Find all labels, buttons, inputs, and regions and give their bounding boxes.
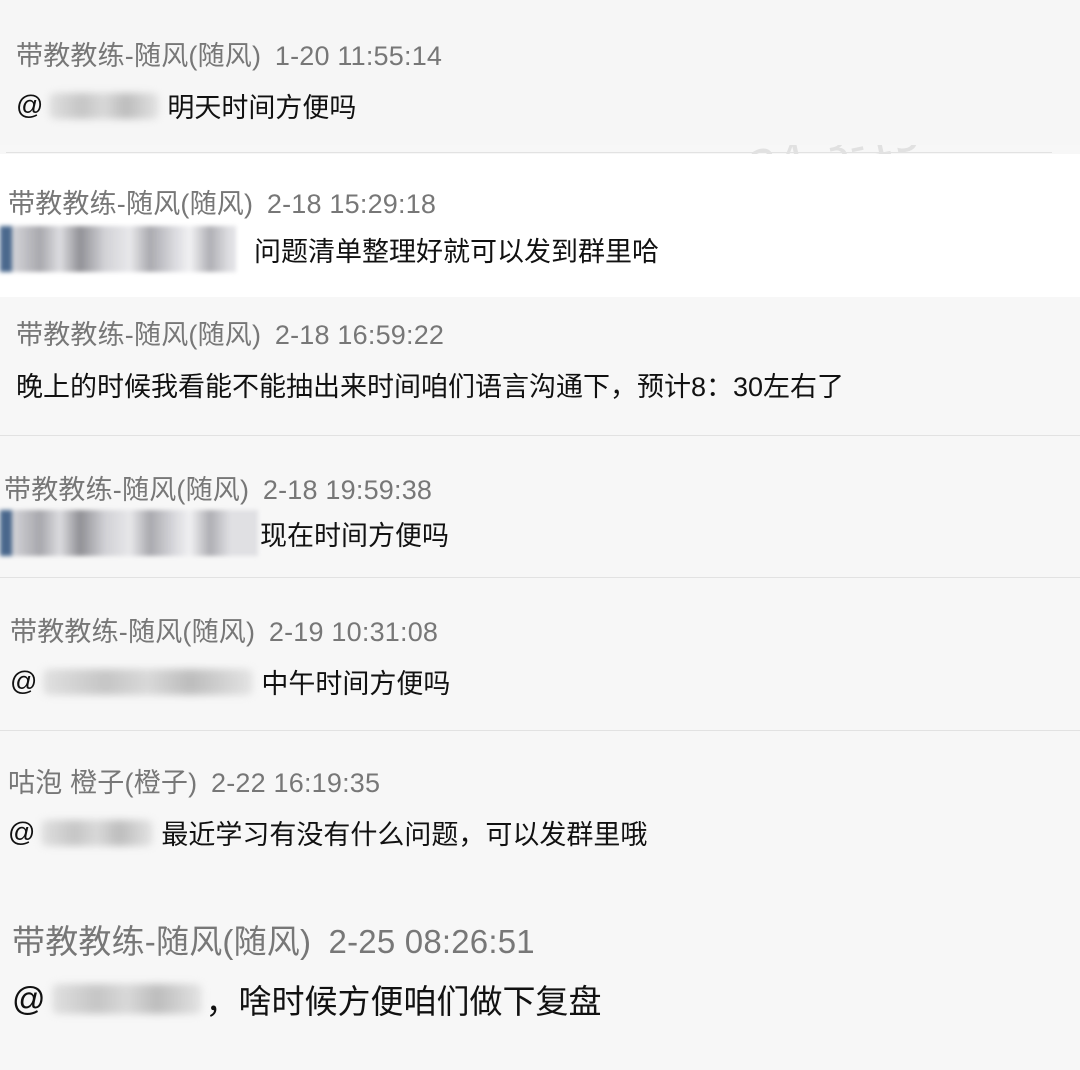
message-body: 晚上的时候我看能不能抽出来时间咱们语言沟通下，预计8：30左右了 <box>16 365 844 404</box>
message-body: @ 明天时间方便吗 <box>16 86 356 125</box>
message-body: 问题清单整理好就可以发到群里哈 <box>0 226 659 272</box>
message-text: 明天时间方便吗 <box>167 93 357 123</box>
sender-name: 带教教练-随风(随风) <box>12 923 312 960</box>
sender-name: 咕泡 橙子(橙子) <box>8 768 198 798</box>
message-time: 2-22 16:19:35 <box>211 768 381 798</box>
message-body: @ ，啥时候方便咱们做下复盘 <box>12 975 602 1023</box>
chat-message[interactable]: 带教教练-随风(随风) 2-18 16:59:22 晚上的时候我看能不能抽出来时… <box>0 297 1080 435</box>
message-header: 咕泡 橙子(橙子) 2-22 16:19:35 <box>8 761 380 800</box>
message-text: 现在时间方便吗 <box>260 520 449 551</box>
sender-name: 带教教练-随风(随风) <box>16 320 262 350</box>
message-header: 带教教练-随风(随风) 2-19 10:31:08 <box>10 610 438 649</box>
message-body: 现在时间方便吗 <box>0 510 449 556</box>
mention-at: @ <box>12 980 46 1017</box>
chat-message[interactable]: 带教教练-随风(随风) 2-18 19:59:38 现在时间方便吗 <box>0 436 1080 577</box>
message-divider <box>6 152 1052 153</box>
message-body: @ 中午时间方便吗 <box>10 662 450 701</box>
blurred-mention <box>49 92 160 119</box>
message-header: 带教教练-随风(随风) 2-25 08:26:51 <box>12 915 535 963</box>
chat-message[interactable]: 带教教练-随风(随风) 2-18 15:29:18 问题清单整理好就可以发到群里… <box>0 154 1080 297</box>
message-header: 带教教练-随风(随风) 2-18 15:29:18 <box>8 182 436 221</box>
blurred-mention <box>0 510 258 556</box>
message-time: 1-20 11:55:14 <box>274 41 443 71</box>
message-text: 中午时间方便吗 <box>261 669 451 699</box>
message-time: 2-18 19:59:38 <box>262 475 433 505</box>
mention-at: @ <box>8 817 36 847</box>
message-time: 2-25 08:26:51 <box>328 923 535 960</box>
sender-name: 带教教练-随风(随风) <box>10 617 256 647</box>
sender-name: 带教教练-随风(随风) <box>8 189 254 219</box>
message-time: 2-18 16:59:22 <box>274 320 445 350</box>
mention-at: @ <box>16 90 44 120</box>
chat-message[interactable]: 带教教练-随风(随风) 2-25 08:26:51 @ ，啥时候方便咱们做下复盘 <box>0 881 1080 1070</box>
message-time: 2-19 10:31:08 <box>268 617 439 647</box>
message-body: @ 最近学习有没有什么问题，可以发群里哦 <box>8 813 647 852</box>
chat-message[interactable]: 带教教练-随风(随风) 2-19 10:31:08 @ 中午时间方便吗 <box>0 578 1080 730</box>
message-text: 最近学习有没有什么问题，可以发群里哦 <box>161 820 648 850</box>
message-text: ，啥时候方便咱们做下复盘 <box>205 983 602 1020</box>
chat-message[interactable]: 咕泡 橙子(橙子) 2-22 16:19:35 @ 最近学习有没有什么问题，可以… <box>0 731 1080 881</box>
message-header: 带教教练-随风(随风) 1-20 11:55:14 <box>16 34 442 73</box>
blurred-mention <box>43 668 254 695</box>
message-time: 2-18 15:29:18 <box>266 189 437 219</box>
message-header: 带教教练-随风(随风) 2-18 19:59:38 <box>4 468 432 507</box>
blurred-mention <box>51 984 202 1014</box>
chat-message[interactable]: 带教教练-随风(随风) 1-20 11:55:14 @ 明天时间方便吗 <box>0 0 1080 145</box>
mention-at: @ <box>10 666 38 696</box>
chat-history-list: 2024-3-15 leo leo 2024-3-15 leo 2024-3-1… <box>0 0 1080 1070</box>
message-text: 问题清单整理好就可以发到群里哈 <box>254 236 659 267</box>
sender-name: 带教教练-随风(随风) <box>4 475 250 505</box>
sender-name: 带教教练-随风(随风) <box>16 41 262 71</box>
blurred-mention <box>41 819 154 846</box>
blurred-mention <box>0 226 236 272</box>
message-header: 带教教练-随风(随风) 2-18 16:59:22 <box>16 313 444 352</box>
message-text: 晚上的时候我看能不能抽出来时间咱们语言沟通下，预计8：30左右了 <box>16 372 845 402</box>
